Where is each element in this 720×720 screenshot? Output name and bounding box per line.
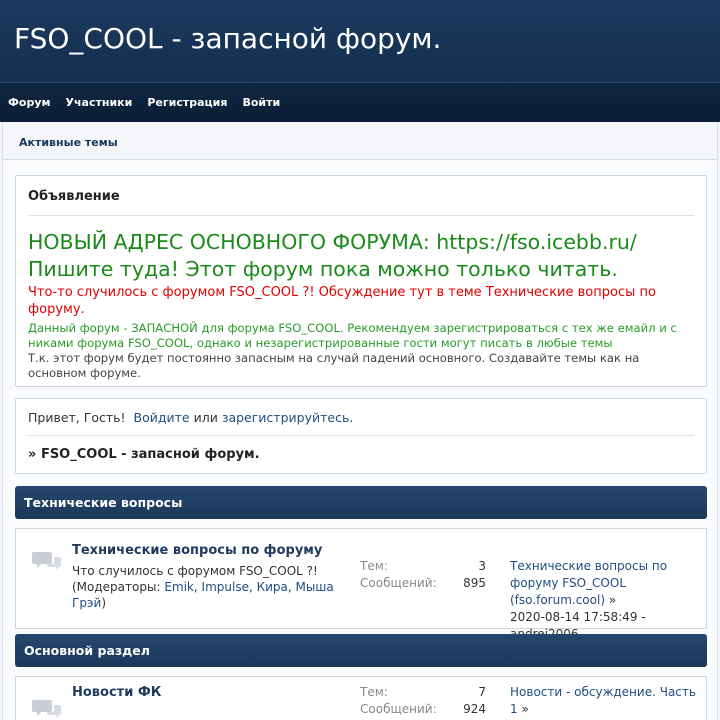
nav-register[interactable]: Регистрация — [147, 96, 227, 109]
site-title[interactable]: FSO_COOL - запасной форум. — [14, 22, 706, 55]
site-header: FSO_COOL - запасной форум. — [0, 0, 720, 82]
moderators-label: (Модераторы: — [72, 580, 161, 594]
or-text: или — [193, 410, 218, 425]
topics-count: 3 — [478, 559, 486, 573]
speech-bubbles-icon — [32, 549, 62, 575]
posts-count: 895 — [463, 576, 486, 590]
welcome-box: Привет, Гость! Войдите или зарегистрируй… — [15, 398, 707, 474]
announcement-problem-note: Что-то случилось с форумом FSO_COOL ?! О… — [28, 285, 656, 317]
last-post-tech: Технические вопросы по форуму FSO_COOL (… — [510, 558, 696, 643]
forum-description-tech: Что случилось с форумом FSO_COOL ?! (Мод… — [72, 563, 342, 611]
subnav-bar: Активные темы — [3, 122, 717, 160]
breadcrumb-home-link[interactable]: FSO_COOL - запасной форум. — [41, 447, 260, 462]
last-post-link[interactable]: Технические вопросы по форуму FSO_COOL (… — [510, 559, 667, 607]
forum-desc-text: Что случилось с форумом FSO_COOL ?! — [72, 564, 318, 578]
announcement-new-address: НОВЫЙ АДРЕС ОСНОВНОГО ФОРУМА: https://fs… — [28, 230, 637, 254]
forum-stats-news: Тем: 7 Сообщений: 924 — [360, 684, 486, 718]
register-link[interactable]: зарегистрируйтесь. — [222, 410, 353, 425]
page-content: Активные темы Объявление НОВЫЙ АДРЕС ОСН… — [2, 122, 718, 720]
moderator-link[interactable]: Impulse — [202, 580, 249, 594]
forum-title-tech[interactable]: Технические вопросы по форуму — [72, 543, 322, 558]
last-post-date: 2020-08-14 17:58:49 - — [510, 610, 646, 624]
login-link[interactable]: Войдите — [134, 410, 190, 425]
forum-row-news: Новости ФК Тем: 7 Сообщений: 924 Новости -… — [15, 676, 707, 720]
category-header-tech[interactable]: Технические вопросы — [15, 486, 707, 519]
topics-label: Тем: — [360, 559, 388, 573]
category-header-main[interactable]: Основной раздел — [15, 634, 707, 667]
breadcrumb: » FSO_COOL - запасной форум. — [28, 447, 694, 462]
guest-greeting-line: Привет, Гость! Войдите или зарегистрируй… — [28, 410, 694, 436]
announcement-backup-note: Данный форум - ЗАПАСНОЙ для форума FSO_C… — [28, 321, 677, 350]
announcement-title: Объявление — [28, 189, 694, 216]
posts-label: Сообщений: — [360, 702, 437, 716]
moderator-link[interactable]: Emik — [164, 580, 194, 594]
moderators-close: ) — [101, 596, 107, 610]
forum-stats-tech: Тем: 3 Сообщений: 895 — [360, 558, 486, 592]
active-topics-link[interactable]: Активные темы — [19, 136, 118, 149]
nav-members[interactable]: Участники — [66, 96, 133, 109]
nav-forum[interactable]: Форум — [8, 96, 51, 109]
announcement-write-there: Пишите туда! Этот форум пока можно тольк… — [28, 257, 618, 281]
last-post-news: Новости - обсуждение. Часть 1 » — [510, 684, 696, 718]
breadcrumb-arrow: » — [28, 447, 37, 462]
forum-row-tech: Технические вопросы по форуму Что случил… — [15, 528, 707, 641]
guest-greeting: Привет, Гость! — [28, 410, 126, 425]
moderators-line: (Модераторы: Emik, Impulse, Кира, Мыша Г… — [72, 580, 334, 610]
main-navbar: Форум Участники Регистрация Войти — [0, 82, 720, 122]
topics-count: 7 — [478, 685, 486, 699]
topics-label: Тем: — [360, 685, 388, 699]
last-post-arrow[interactable]: » — [609, 593, 616, 607]
announcement-permanent-note: Т.к. этот форум будет постоянно запасным… — [28, 351, 640, 380]
last-post-link[interactable]: Новости - обсуждение. Часть 1 — [510, 685, 696, 716]
posts-count: 924 — [463, 702, 486, 716]
announcement-box: Объявление НОВЫЙ АДРЕС ОСНОВНОГО ФОРУМА:… — [15, 175, 707, 387]
forum-title-news[interactable]: Новости ФК — [72, 685, 161, 700]
nav-login[interactable]: Войти — [242, 96, 280, 109]
speech-bubbles-icon — [32, 697, 62, 720]
last-post-arrow[interactable]: » — [521, 702, 528, 716]
moderator-link[interactable]: Кира — [257, 580, 288, 594]
posts-label: Сообщений: — [360, 576, 437, 590]
